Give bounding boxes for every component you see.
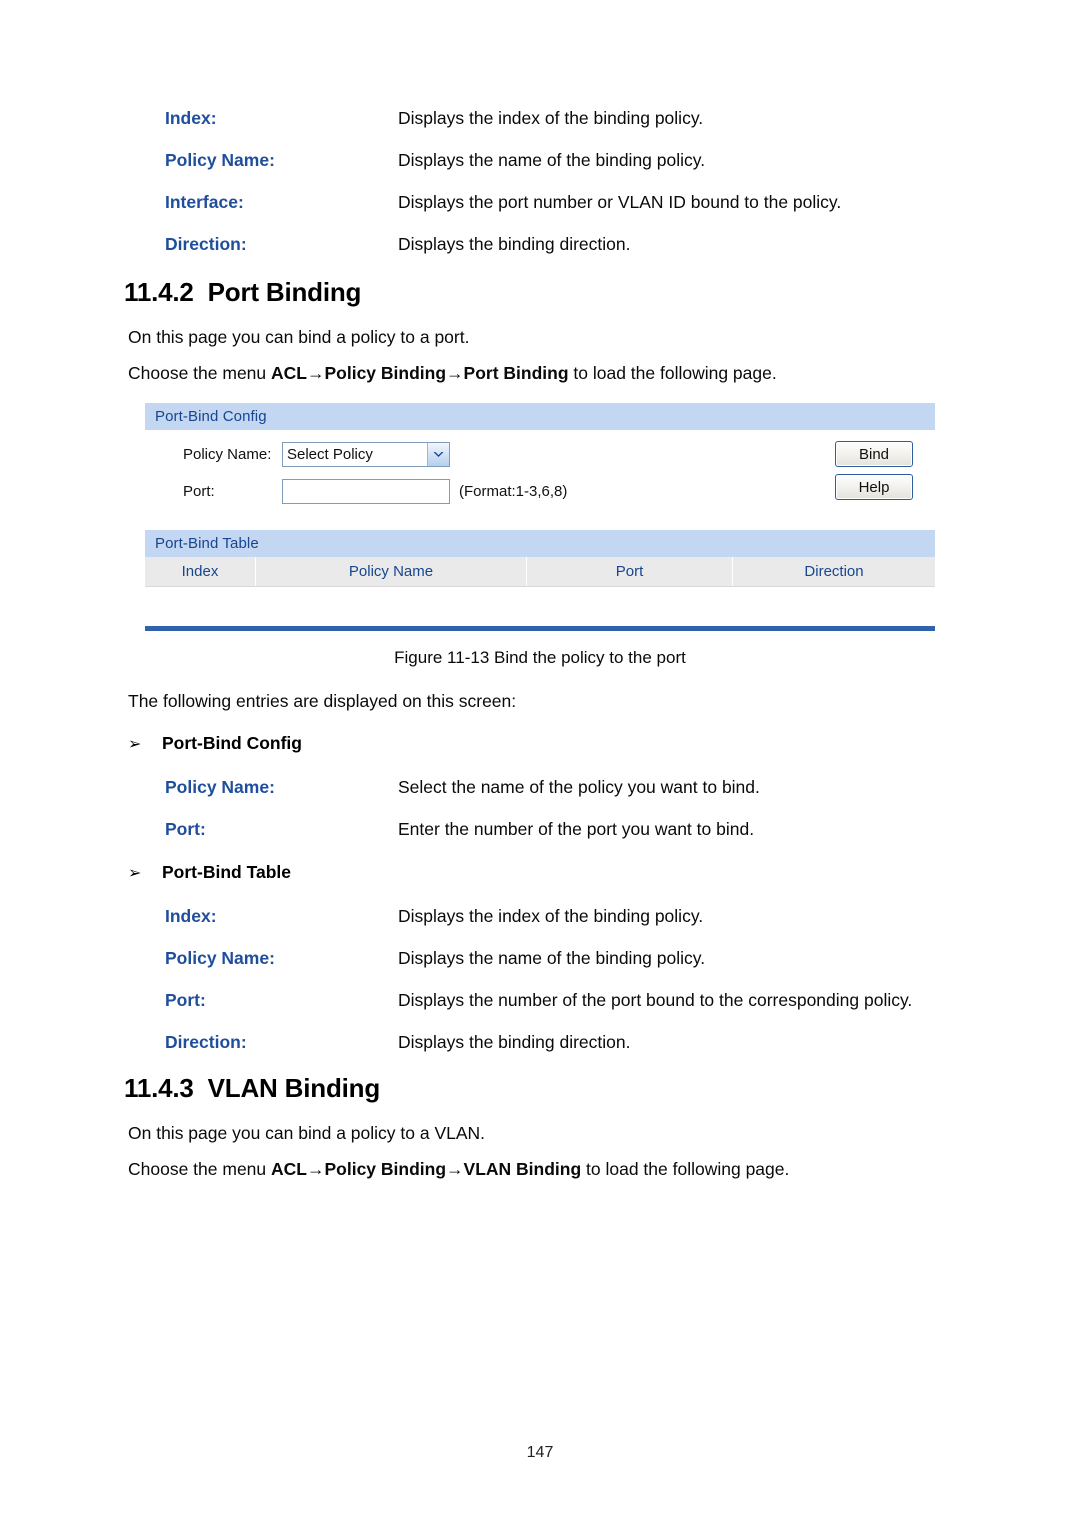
- menu-prefix: Choose the menu: [128, 363, 272, 383]
- definition-row: Policy Name: Displays the name of the bi…: [165, 150, 1005, 172]
- definition-term: Port:: [165, 818, 206, 839]
- definition-row: Policy Name: Displays the name of the bi…: [165, 948, 1005, 970]
- page-number: 147: [526, 1444, 554, 1461]
- table-empty-cell: [145, 586, 935, 616]
- definition-row: Index: Displays the index of the binding…: [165, 108, 1005, 130]
- port-bind-table-panel-header: Port-Bind Table: [145, 530, 935, 557]
- definition-list-interface: Index: Displays the index of the binding…: [165, 108, 1005, 276]
- port-label: Port:: [183, 482, 215, 500]
- definition-term: Index:: [165, 906, 217, 926]
- definition-term: Interface:: [165, 191, 244, 212]
- port-input[interactable]: [282, 478, 450, 504]
- section-title: VLAN Binding: [207, 1073, 381, 1103]
- section-heading-port-binding: 11.4.2 Port Binding: [124, 277, 361, 308]
- port-bind-config-panel-header: Port-Bind Config: [145, 403, 935, 430]
- definition-list-config: Policy Name: Select the name of the poli…: [165, 777, 1005, 861]
- port-bind-config-panel-body: Policy Name: Select Policy Port: (Format…: [145, 430, 935, 530]
- column-header-policy-name[interactable]: Policy Name: [255, 557, 527, 587]
- definition-row: Index: Displays the index of the binding…: [165, 906, 1005, 928]
- column-header-direction[interactable]: Direction: [732, 557, 935, 587]
- section-title: Port Binding: [207, 277, 362, 307]
- definition-description: Enter the number of the port you want to…: [398, 818, 755, 839]
- menu-path-acl: ACL: [271, 363, 307, 383]
- definition-row: Direction: Displays the binding directio…: [165, 1032, 1005, 1054]
- embedded-ui-screenshot: Port-Bind Config Policy Name: Select Pol…: [145, 403, 935, 631]
- bind-button[interactable]: Bind: [835, 441, 913, 467]
- definition-term: Policy Name:: [165, 777, 275, 797]
- definition-term: Port:: [165, 989, 206, 1010]
- vlan-binding-intro-paragraph: On this page you can bind a policy to a …: [128, 1122, 485, 1145]
- section-heading-vlan-binding: 11.4.3 VLAN Binding: [124, 1073, 380, 1104]
- definition-list-table: Index: Displays the index of the binding…: [165, 906, 1005, 1074]
- policy-name-select[interactable]: Select Policy: [282, 441, 450, 467]
- menu-path-vlan-binding: VLAN Binding: [463, 1159, 582, 1179]
- figure-caption: Figure 11-13 Bind the policy to the port: [394, 648, 686, 667]
- port-field-row: Port: (Format:1-3,6,8): [145, 477, 935, 505]
- definition-term: Policy Name:: [165, 149, 275, 170]
- vlan-binding-menu-paragraph: Choose the menu ACL→Policy Binding→VLAN …: [128, 1158, 789, 1181]
- definition-description: Select the name of the policy you want t…: [398, 777, 760, 797]
- blue-separator-bar: [145, 626, 935, 631]
- definition-description: Displays the name of the binding policy.: [398, 947, 706, 968]
- port-format-hint: (Format:1-3,6,8): [459, 482, 568, 500]
- help-button[interactable]: Help: [835, 474, 913, 500]
- port-binding-menu-paragraph: Choose the menu ACL→Policy Binding→Port …: [128, 362, 777, 385]
- table-header-row: Index Policy Name Port Direction: [145, 557, 935, 587]
- bullet-port-bind-config: ➢ Port-Bind Config: [128, 733, 302, 754]
- definition-description: Displays the port number or VLAN ID boun…: [398, 191, 842, 212]
- definition-term: Direction:: [165, 1031, 247, 1052]
- menu-path-acl: ACL: [271, 1159, 307, 1179]
- config-button-column: Bind Help: [835, 441, 913, 500]
- document-page: Index: Displays the index of the binding…: [0, 0, 1080, 1527]
- intro-text: On this page you can bind a policy to a …: [128, 327, 470, 347]
- chevron-down-icon[interactable]: [427, 442, 449, 466]
- bullet-label: Port-Bind Table: [162, 862, 291, 882]
- definition-row: Port: Displays the number of the port bo…: [165, 990, 1005, 1012]
- table-empty-row: [145, 586, 935, 616]
- policy-name-selected-value: Select Policy: [287, 445, 373, 463]
- arrow-bullet-icon: ➢: [128, 736, 142, 753]
- bullet-port-bind-table: ➢ Port-Bind Table: [128, 862, 291, 883]
- definition-description: Displays the binding direction.: [398, 233, 631, 254]
- menu-arrow: →: [446, 1159, 464, 1179]
- section-number: 11.4.2: [124, 277, 194, 307]
- menu-arrow: →: [306, 363, 325, 383]
- menu-prefix: Choose the menu: [128, 1159, 272, 1179]
- policy-name-field-row: Policy Name: Select Policy: [145, 440, 935, 468]
- definition-description: Displays the index of the binding policy…: [398, 906, 704, 926]
- menu-suffix: to load the following page.: [568, 363, 777, 383]
- definition-row: Interface: Displays the port number or V…: [165, 192, 1005, 214]
- table-body: [145, 586, 935, 616]
- definition-term: Index:: [165, 108, 217, 128]
- menu-arrow: →: [306, 1159, 325, 1179]
- intro-text: On this page you can bind a policy to a …: [128, 1123, 486, 1143]
- definition-row: Port: Enter the number of the port you w…: [165, 819, 1005, 841]
- port-binding-intro-paragraph: On this page you can bind a policy to a …: [128, 326, 469, 349]
- definition-term: Policy Name:: [165, 947, 275, 968]
- menu-path-policy-binding: Policy Binding: [324, 1159, 447, 1179]
- definition-description: Displays the number of the port bound to…: [398, 989, 913, 1010]
- port-bind-table: Index Policy Name Port Direction: [145, 557, 935, 616]
- column-header-port[interactable]: Port: [526, 557, 733, 587]
- column-header-index[interactable]: Index: [145, 557, 256, 587]
- menu-path-port-binding: Port Binding: [463, 363, 569, 383]
- policy-name-label: Policy Name:: [183, 445, 272, 463]
- arrow-bullet-icon: ➢: [128, 865, 142, 882]
- definition-row: Policy Name: Select the name of the poli…: [165, 777, 1005, 799]
- definition-term: Direction:: [165, 233, 247, 254]
- entries-intro-paragraph: The following entries are displayed on t…: [128, 691, 517, 711]
- menu-arrow: →: [446, 363, 464, 383]
- section-number: 11.4.3: [124, 1073, 194, 1103]
- menu-path-policy-binding: Policy Binding: [324, 363, 447, 383]
- definition-row: Direction: Displays the binding directio…: [165, 234, 1005, 256]
- definition-description: Displays the binding direction.: [398, 1031, 631, 1052]
- definition-description: Displays the name of the binding policy.: [398, 149, 706, 170]
- menu-suffix: to load the following page.: [581, 1159, 790, 1179]
- definition-description: Displays the index of the binding policy…: [398, 108, 704, 128]
- bullet-label: Port-Bind Config: [162, 733, 302, 753]
